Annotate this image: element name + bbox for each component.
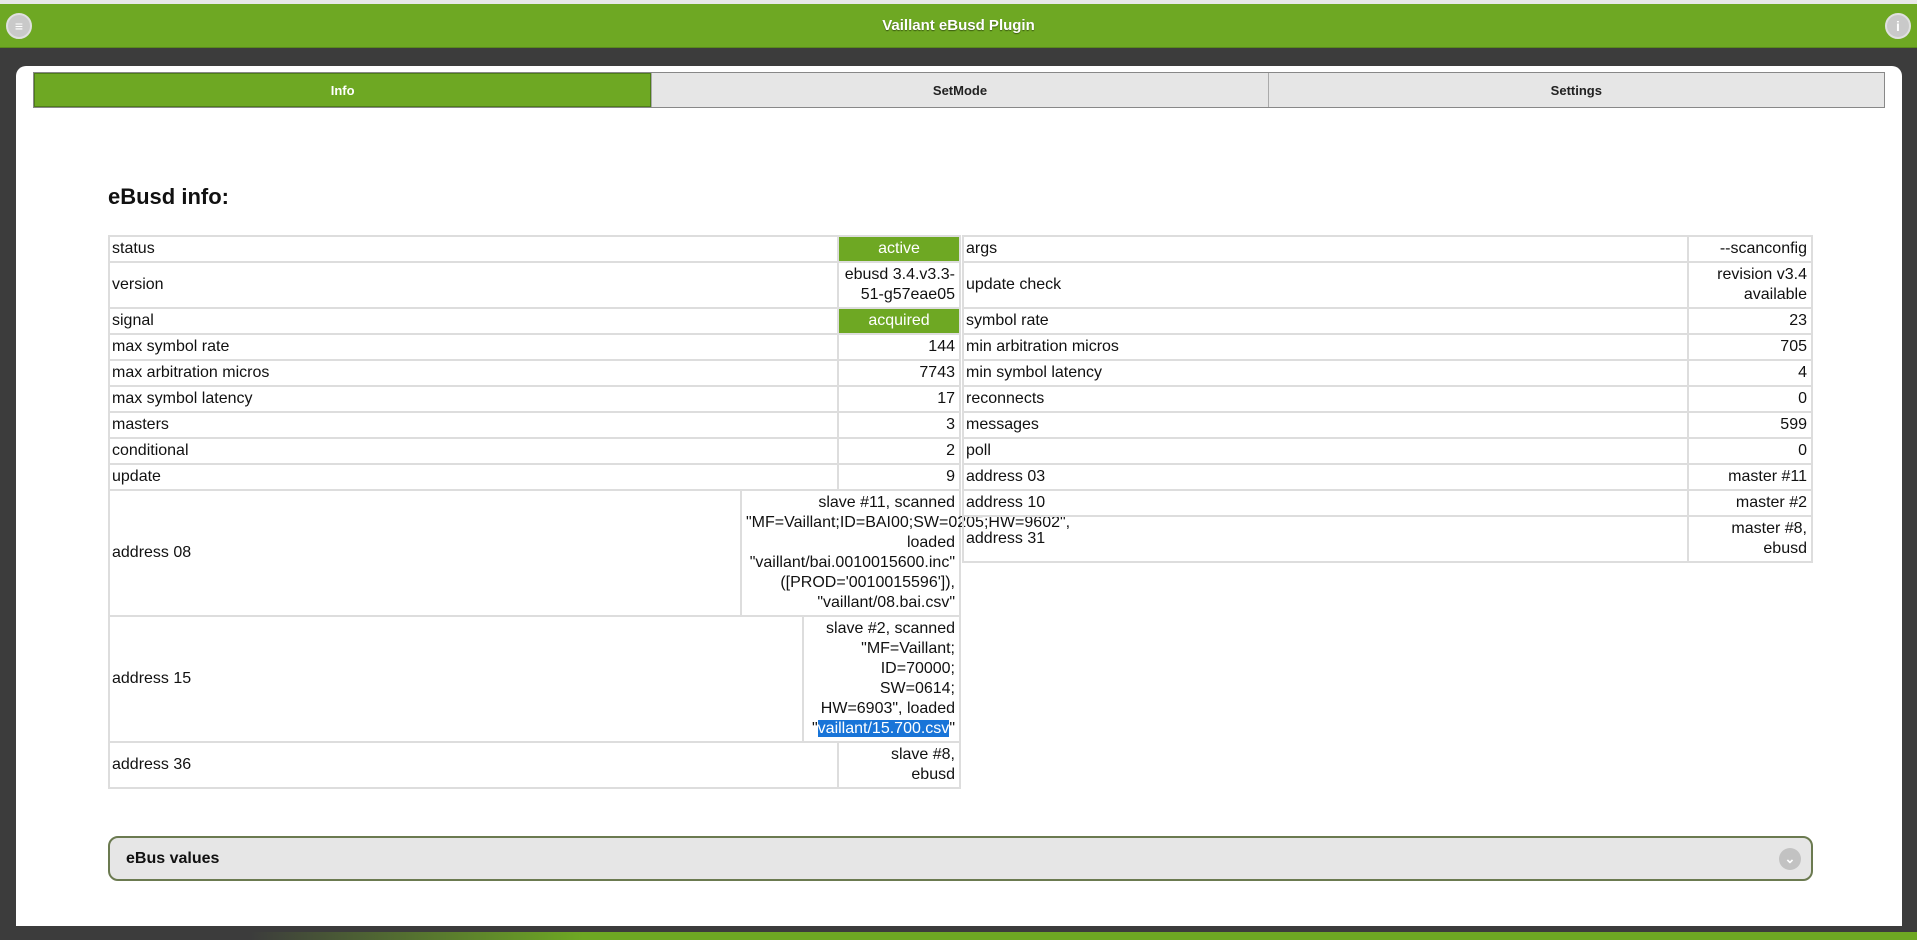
row-label: masters <box>110 413 839 437</box>
table-row: min arbitration micros 705 <box>962 335 1813 361</box>
row-value: 599 <box>1780 416 1807 433</box>
row-label: poll <box>964 439 1689 463</box>
row-label: messages <box>964 413 1689 437</box>
table-row: status active <box>108 235 961 263</box>
row-label: conditional <box>110 439 839 463</box>
row-value: 144 <box>928 338 955 355</box>
row-label: update <box>110 465 839 489</box>
row-value: master #11 <box>1728 468 1807 485</box>
table-row: update check revision v3.4 available <box>962 263 1813 309</box>
info-icon[interactable]: i <box>1885 13 1911 39</box>
row-label: address 10 <box>964 491 1689 515</box>
row-label: symbol rate <box>964 309 1689 333</box>
row-label: address 36 <box>110 743 839 787</box>
table-row: reconnects 0 <box>962 387 1813 413</box>
table-row: signal acquired <box>108 309 961 335</box>
row-value: 7743 <box>919 364 955 381</box>
row-label: signal <box>110 309 839 333</box>
row-label: address 08 <box>110 491 742 615</box>
menu-icon[interactable]: ≡ <box>6 13 32 39</box>
section-title: eBusd info: <box>108 184 229 209</box>
table-row: max arbitration micros 7743 <box>108 361 961 387</box>
info-table-left: status active version ebusd 3.4.v3.3-51-g5… <box>108 235 1071 789</box>
row-value: 3 <box>946 416 955 433</box>
row-value: 0 <box>1798 442 1807 459</box>
table-row: address 31 master #8, ebusd <box>962 517 1813 563</box>
row-value: 23 <box>1789 312 1807 329</box>
table-row: version ebusd 3.4.v3.3-51-g57eae05 <box>108 263 961 309</box>
selected-text[interactable]: vaillant/15.700.csv <box>817 720 950 737</box>
app-title: Vaillant eBusd Plugin <box>882 17 1035 34</box>
row-label: status <box>110 237 839 261</box>
row-value: 9 <box>946 468 955 485</box>
tab-bar: Info SetMode Settings <box>33 72 1885 108</box>
row-label: max arbitration micros <box>110 361 839 385</box>
row-label: address 15 <box>110 617 804 741</box>
row-value: 705 <box>1780 338 1807 355</box>
row-label: address 31 <box>964 517 1689 561</box>
row-value: 0 <box>1798 390 1807 407</box>
footer-strip <box>250 932 1917 940</box>
table-row: address 15 slave #2, scanned "MF=Vaillant… <box>108 617 961 743</box>
row-label: address 03 <box>964 465 1689 489</box>
signal-badge: acquired <box>839 309 959 333</box>
table-row: args --scanconfig <box>962 235 1813 263</box>
tab-settings[interactable]: Settings <box>1267 73 1884 107</box>
row-value: slave #2, scanned "MF=Vaillant; ID=70000… <box>804 617 959 741</box>
row-value: --scanconfig <box>1719 240 1807 257</box>
ebus-values-accordion[interactable]: eBus values ⌄ <box>108 836 1813 881</box>
table-row: conditional 2 <box>108 439 961 465</box>
row-value: slave #11, scanned "MF=Vaillant;ID=BAI00… <box>746 494 1071 611</box>
tab-setmode[interactable]: SetMode <box>651 73 1268 107</box>
row-value: 17 <box>937 390 955 407</box>
table-row: max symbol rate 144 <box>108 335 961 361</box>
table-row: masters 3 <box>108 413 961 439</box>
row-value: master #8, ebusd <box>1731 520 1807 557</box>
table-row: symbol rate 23 <box>962 309 1813 335</box>
row-label: min arbitration micros <box>964 335 1689 359</box>
table-row: poll 0 <box>962 439 1813 465</box>
row-label: version <box>110 263 839 307</box>
row-value: ebusd 3.4.v3.3-51-g57eae05 <box>844 266 955 303</box>
table-row: update 9 <box>108 465 961 491</box>
accordion-label: eBus values <box>126 849 220 867</box>
table-row: max symbol latency 17 <box>108 387 961 413</box>
row-label: min symbol latency <box>964 361 1689 385</box>
row-label: args <box>964 237 1689 261</box>
table-row: min symbol latency 4 <box>962 361 1813 387</box>
row-value: 4 <box>1798 364 1807 381</box>
app-header: ≡ Vaillant eBusd Plugin i <box>0 4 1917 48</box>
row-label: update check <box>964 263 1689 307</box>
row-label: reconnects <box>964 387 1689 411</box>
content-panel: Info SetMode Settings eBusd info: status… <box>16 66 1902 926</box>
table-row: address 03 master #11 <box>962 465 1813 491</box>
info-table-right: args --scanconfig update check revision v3… <box>962 235 1813 563</box>
row-value: slave #8, ebusd <box>890 746 955 783</box>
table-row: address 08 slave #11, scanned "MF=Vaillan… <box>108 491 1071 617</box>
row-value: master #2 <box>1735 494 1807 511</box>
table-row: address 36 slave #8, ebusd <box>108 743 961 789</box>
status-badge: active <box>839 237 959 261</box>
row-label: max symbol latency <box>110 387 839 411</box>
table-row: messages 599 <box>962 413 1813 439</box>
value-text: " <box>949 720 955 737</box>
row-label: max symbol rate <box>110 335 839 359</box>
chevron-down-icon[interactable]: ⌄ <box>1779 848 1801 870</box>
table-row: address 10 master #2 <box>962 491 1813 517</box>
row-value: 2 <box>946 442 955 459</box>
row-value: revision v3.4 available <box>1717 266 1807 303</box>
tab-info[interactable]: Info <box>34 73 652 107</box>
